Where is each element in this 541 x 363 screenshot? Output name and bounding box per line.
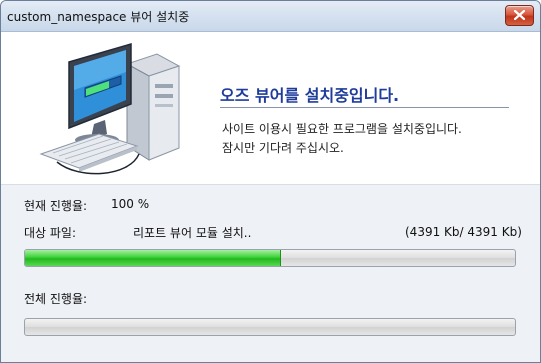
install-headline: 오즈 뷰어를 설치중입니다. — [220, 86, 400, 105]
current-progress-percent: 100 % — [111, 197, 150, 211]
target-file-name: 리포트 뷰어 모듈 설치.. — [133, 226, 252, 240]
window-title: custom_namespace 뷰어 설치중 — [7, 10, 190, 24]
current-progress-bar — [24, 249, 516, 267]
computer-install-icon — [39, 43, 181, 175]
file-size-text: (4391 Kb/ 4391 Kb) — [405, 225, 522, 239]
description-line-1: 사이트 이용시 필요한 프로그램을 설치중입니다. — [222, 122, 462, 136]
installer-window: custom_namespace 뷰어 설치중 오즈 뷰어를 설치중입니다. 사… — [0, 0, 541, 363]
close-button[interactable] — [505, 5, 534, 26]
close-icon — [514, 10, 525, 20]
total-progress-label: 전체 진행율: — [24, 292, 88, 306]
target-file-label: 대상 파일: — [24, 226, 77, 240]
title-bar[interactable]: custom_namespace 뷰어 설치중 — [1, 1, 540, 32]
headline-divider — [220, 107, 509, 108]
current-progress-label: 현재 진행율: — [24, 199, 88, 213]
total-progress-bar — [24, 318, 516, 336]
current-progress-fill — [25, 250, 281, 266]
header-panel: 오즈 뷰어를 설치중입니다. 사이트 이용시 필요한 프로그램을 설치중입니다.… — [1, 32, 540, 185]
description-line-2: 잠시만 기다려 주십시오. — [222, 141, 344, 155]
